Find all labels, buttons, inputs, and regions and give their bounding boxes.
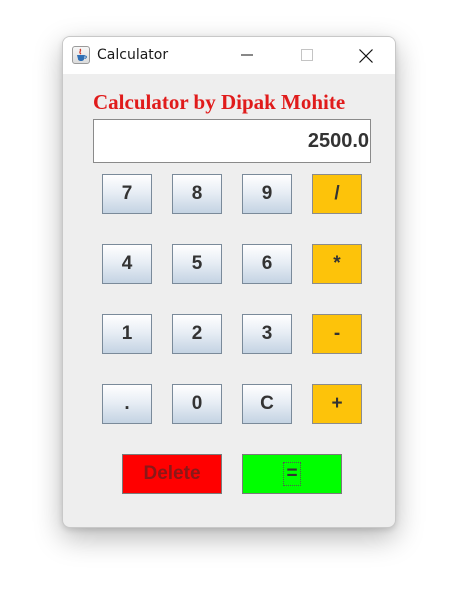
title-bar[interactable]: Calculator bbox=[63, 37, 395, 74]
equals-button[interactable]: = bbox=[242, 454, 342, 494]
digit-5-button[interactable]: 5 bbox=[172, 244, 222, 284]
window-title: Calculator bbox=[97, 47, 169, 63]
digit-3-button[interactable]: 3 bbox=[242, 314, 292, 354]
delete-button[interactable]: Delete bbox=[122, 454, 222, 494]
digit-1-button[interactable]: 1 bbox=[102, 314, 152, 354]
digit-6-button[interactable]: 6 bbox=[242, 244, 292, 284]
digit-8-button[interactable]: 8 bbox=[172, 174, 222, 214]
app-heading: Calculator by Dipak Mohite bbox=[93, 90, 346, 114]
close-icon bbox=[359, 49, 373, 63]
decimal-point-button[interactable]: . bbox=[102, 384, 152, 424]
calculator-window: Calculator Calculator by Dipak Mohite 25… bbox=[62, 36, 396, 528]
digit-2-button[interactable]: 2 bbox=[172, 314, 222, 354]
maximize-button[interactable] bbox=[284, 37, 330, 74]
multiply-button[interactable]: * bbox=[312, 244, 362, 284]
digit-0-button[interactable]: 0 bbox=[172, 384, 222, 424]
digit-9-button[interactable]: 9 bbox=[242, 174, 292, 214]
clear-button[interactable]: C bbox=[242, 384, 292, 424]
minimize-button[interactable] bbox=[224, 37, 270, 74]
add-button[interactable]: + bbox=[312, 384, 362, 424]
subtract-button[interactable]: - bbox=[312, 314, 362, 354]
java-cup-icon bbox=[72, 46, 90, 64]
digit-7-button[interactable]: 7 bbox=[102, 174, 152, 214]
digit-4-button[interactable]: 4 bbox=[102, 244, 152, 284]
minimize-icon bbox=[241, 54, 253, 56]
maximize-icon bbox=[301, 49, 313, 61]
equals-label: = bbox=[283, 462, 301, 486]
divide-button[interactable]: / bbox=[312, 174, 362, 214]
result-display[interactable]: 2500.0 bbox=[93, 119, 371, 163]
close-button[interactable] bbox=[342, 37, 388, 74]
